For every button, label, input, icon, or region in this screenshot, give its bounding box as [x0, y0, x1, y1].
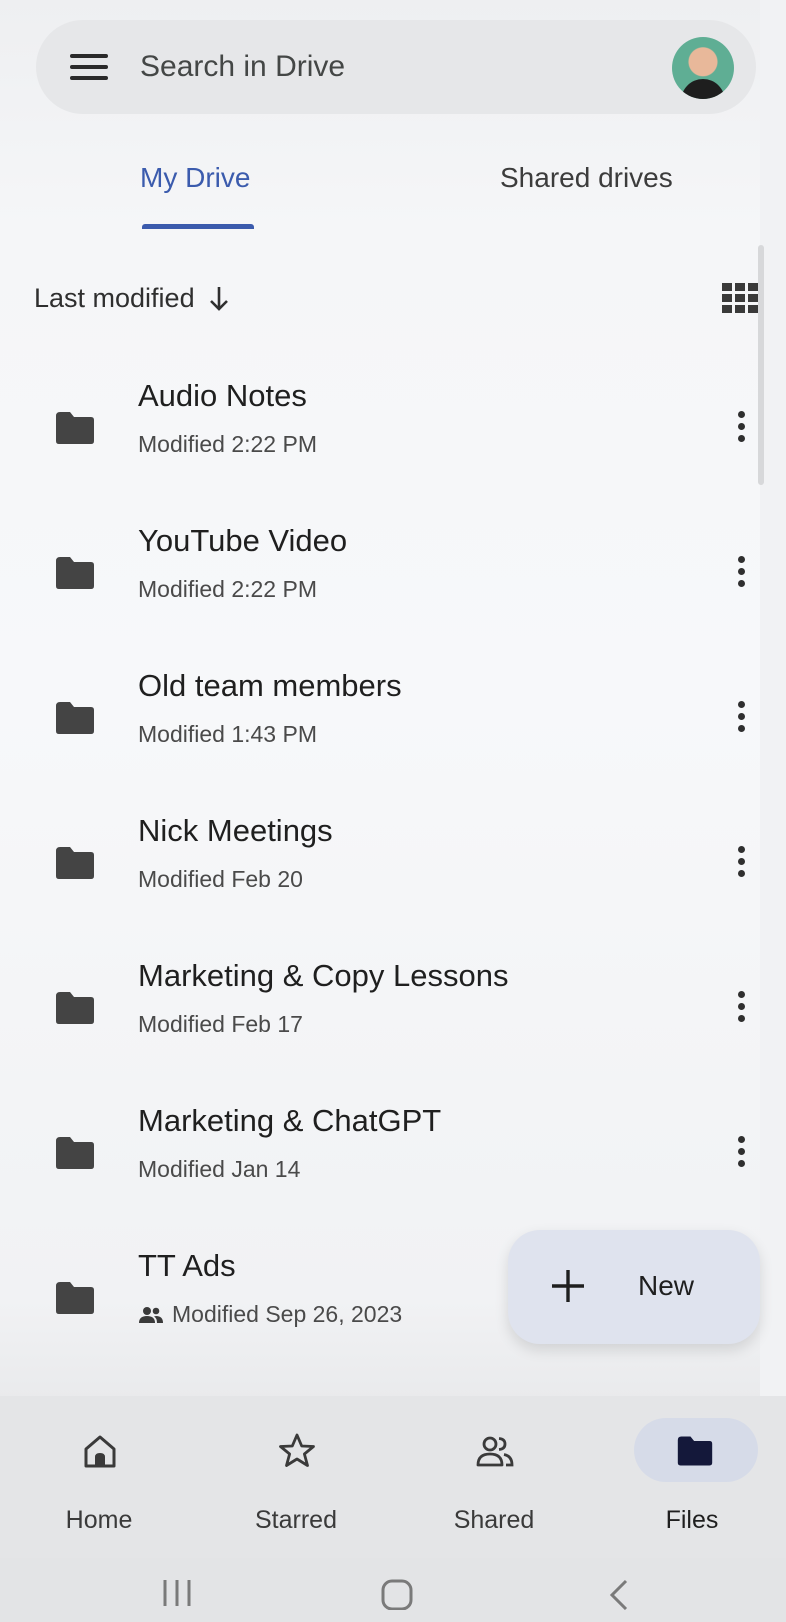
system-navigation-bar [0, 1558, 786, 1622]
new-button[interactable]: New [508, 1230, 760, 1344]
folder-list: Audio Notes Modified 2:22 PM YouTube Vid… [0, 360, 786, 1375]
nav-active-pill [634, 1418, 758, 1482]
search-bar[interactable]: Search in Drive [36, 20, 756, 114]
folder-name: TT Ads [138, 1248, 236, 1283]
home-button-icon[interactable] [380, 1576, 414, 1610]
more-options-icon[interactable] [733, 1136, 749, 1174]
more-options-icon[interactable] [733, 411, 749, 449]
nav-label-shared: Shared [453, 1506, 535, 1534]
folder-icon [56, 412, 94, 444]
folder-icon [56, 992, 94, 1024]
active-tab-indicator [142, 224, 254, 229]
folder-name: YouTube Video [138, 523, 348, 558]
folder-modified-text: Modified Feb 20 [138, 866, 303, 892]
account-avatar[interactable] [672, 37, 734, 99]
recent-apps-icon[interactable] [160, 1576, 194, 1606]
folder-row[interactable]: Marketing & Copy Lessons Modified Feb 17 [0, 940, 786, 1085]
home-icon [84, 1435, 116, 1468]
folder-modified: Modified 2:22 PM [138, 431, 317, 458]
folder-icon [56, 557, 94, 589]
more-options-icon[interactable] [733, 556, 749, 594]
nav-label-starred: Starred [255, 1506, 337, 1534]
more-options-icon[interactable] [733, 701, 749, 739]
folder-modified-text: Modified Feb 17 [138, 1011, 303, 1037]
arrow-down-icon[interactable] [207, 283, 231, 313]
folder-modified: Modified Sep 26, 2023 [138, 1301, 402, 1328]
folder-row[interactable]: Audio Notes Modified 2:22 PM [0, 360, 786, 505]
folder-row[interactable]: Marketing & ChatGPT Modified Jan 14 [0, 1085, 786, 1230]
plus-icon [552, 1270, 584, 1302]
bottom-navigation: Home Starred Shared Files [0, 1396, 786, 1558]
folder-modified: Modified Feb 20 [138, 866, 303, 893]
folder-name: Old team members [138, 668, 402, 703]
nav-item-home[interactable]: Home [19, 1396, 179, 1558]
folder-modified: Modified Jan 14 [138, 1156, 300, 1183]
folder-icon [56, 1137, 94, 1169]
folder-icon [56, 1282, 94, 1314]
folder-name: Marketing & ChatGPT [138, 1103, 442, 1138]
folder-modified-text: Modified 2:22 PM [138, 431, 317, 457]
folder-name: Nick Meetings [138, 813, 333, 848]
folder-modified: Modified 1:43 PM [138, 721, 317, 748]
search-placeholder[interactable]: Search in Drive [140, 20, 345, 114]
folder-row[interactable]: Nick Meetings Modified Feb 20 [0, 795, 786, 940]
folder-row[interactable]: YouTube Video Modified 2:22 PM [0, 505, 786, 650]
grid-view-icon[interactable] [722, 283, 760, 313]
drive-screen: Search in Drive My Drive Shared drives L… [0, 0, 786, 1622]
star-icon [279, 1433, 315, 1467]
tab-my-drive[interactable]: My Drive [140, 162, 250, 194]
folder-modified: Modified 2:22 PM [138, 576, 317, 603]
folder-row[interactable]: Old team members Modified 1:43 PM [0, 650, 786, 795]
folder-modified-text: Modified 1:43 PM [138, 721, 317, 747]
new-button-label: New [638, 1270, 695, 1301]
nav-item-files[interactable]: Files [612, 1396, 772, 1558]
folder-modified: Modified Feb 17 [138, 1011, 303, 1038]
folder-modified-text: Modified 2:22 PM [138, 576, 317, 602]
back-icon[interactable] [606, 1576, 632, 1610]
more-options-icon[interactable] [733, 846, 749, 884]
folder-name: Audio Notes [138, 378, 307, 413]
drive-tabs: My Drive Shared drives [0, 150, 786, 230]
nav-label-files: Files [665, 1506, 719, 1534]
more-options-icon[interactable] [733, 991, 749, 1029]
people-icon [476, 1436, 514, 1467]
folder-name: Marketing & Copy Lessons [138, 958, 509, 993]
folder-icon [677, 1436, 713, 1466]
nav-item-shared[interactable]: Shared [414, 1396, 574, 1558]
sort-label[interactable]: Last modified [34, 283, 195, 314]
shared-people-icon [139, 1306, 163, 1323]
folder-icon [56, 702, 94, 734]
hamburger-menu-icon[interactable] [70, 54, 108, 80]
folder-modified-text: Modified Jan 14 [138, 1156, 301, 1182]
sort-control[interactable]: Last modified [34, 278, 231, 318]
nav-item-starred[interactable]: Starred [216, 1396, 376, 1558]
nav-label-home: Home [65, 1506, 133, 1534]
tab-shared-drives[interactable]: Shared drives [500, 162, 673, 194]
folder-icon [56, 847, 94, 879]
folder-modified-text: Modified Sep 26, 2023 [172, 1301, 403, 1327]
